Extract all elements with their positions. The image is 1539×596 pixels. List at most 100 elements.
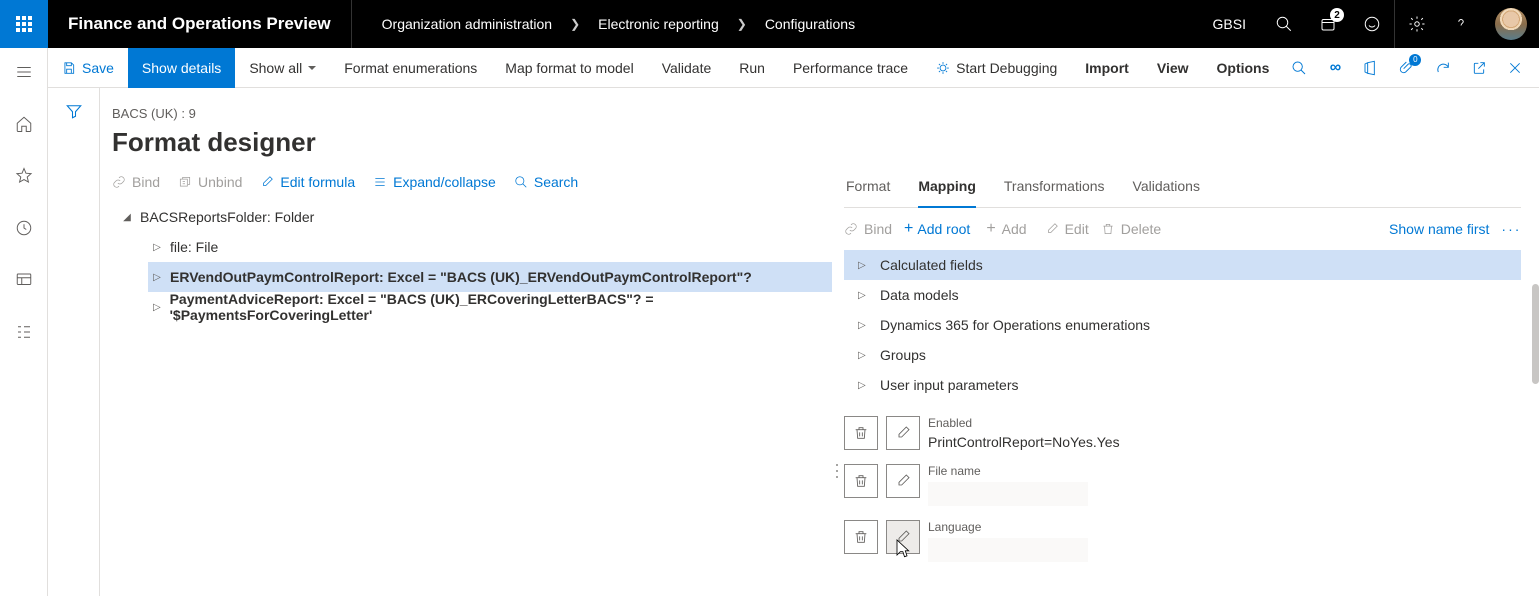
search-button[interactable]: Search bbox=[514, 174, 578, 190]
datasource-item[interactable]: ▷Dynamics 365 for Operations enumeration… bbox=[844, 310, 1521, 340]
bind-button[interactable]: Bind bbox=[112, 174, 160, 190]
options-button[interactable]: Options bbox=[1203, 48, 1284, 88]
breadcrumb-item[interactable]: Organization administration bbox=[382, 16, 552, 32]
notification-badge: 2 bbox=[1330, 8, 1344, 22]
tab-format[interactable]: Format bbox=[846, 168, 890, 207]
tree-node[interactable]: ▷ file: File bbox=[148, 232, 832, 262]
hamburger-icon[interactable] bbox=[0, 58, 48, 86]
edit-prop-button[interactable] bbox=[886, 416, 920, 450]
delete-prop-button[interactable] bbox=[844, 464, 878, 498]
show-details-button[interactable]: Show details bbox=[128, 48, 235, 88]
unbind-button[interactable]: Unbind bbox=[178, 174, 242, 190]
infinity-icon[interactable]: ∞ bbox=[1319, 52, 1351, 84]
help-icon[interactable] bbox=[1439, 0, 1483, 48]
app-title: Finance and Operations Preview bbox=[48, 14, 351, 34]
prop-label-enabled: Enabled bbox=[928, 416, 1521, 430]
tree-node[interactable]: ▷ ERVendOutPaymControlReport: Excel = "B… bbox=[148, 262, 832, 292]
edit-button[interactable]: Edit bbox=[1045, 221, 1089, 237]
format-enumerations-button[interactable]: Format enumerations bbox=[330, 48, 491, 88]
expand-icon[interactable]: ▷ bbox=[858, 290, 868, 301]
modules-icon[interactable] bbox=[0, 318, 48, 346]
feedback-icon[interactable] bbox=[1350, 0, 1394, 48]
expand-icon[interactable]: ▷ bbox=[152, 272, 162, 283]
bind-button[interactable]: Bind bbox=[844, 221, 892, 237]
expand-icon[interactable]: ▷ bbox=[152, 242, 162, 253]
prop-value-enabled: PrintControlReport=NoYes.Yes bbox=[928, 434, 1521, 450]
breadcrumb-item[interactable]: Electronic reporting bbox=[598, 16, 719, 32]
office-icon[interactable] bbox=[1355, 52, 1387, 84]
breadcrumb: Organization administration ❯ Electronic… bbox=[352, 16, 1197, 32]
splitter-handle[interactable] bbox=[832, 106, 844, 596]
close-icon[interactable] bbox=[1499, 52, 1531, 84]
map-format-button[interactable]: Map format to model bbox=[491, 48, 647, 88]
tree-node[interactable]: ▷ PaymentAdviceReport: Excel = "BACS (UK… bbox=[148, 292, 832, 322]
breadcrumb-item[interactable]: Configurations bbox=[765, 16, 855, 32]
popout-icon[interactable] bbox=[1463, 52, 1495, 84]
home-icon[interactable] bbox=[0, 110, 48, 138]
show-name-first-button[interactable]: Show name first bbox=[1389, 221, 1489, 237]
chevron-right-icon: ❯ bbox=[737, 17, 747, 31]
show-all-button[interactable]: Show all bbox=[235, 48, 330, 88]
refresh-icon[interactable] bbox=[1427, 52, 1459, 84]
expand-icon[interactable]: ▷ bbox=[152, 302, 162, 313]
delete-prop-button[interactable] bbox=[844, 520, 878, 554]
delete-prop-button[interactable] bbox=[844, 416, 878, 450]
left-toolbar: Bind Unbind Edit formula Expand/collapse… bbox=[112, 174, 832, 202]
search-icon[interactable] bbox=[1283, 52, 1315, 84]
recent-icon[interactable] bbox=[0, 214, 48, 242]
tab-mapping[interactable]: Mapping bbox=[918, 168, 976, 208]
validate-button[interactable]: Validate bbox=[648, 48, 726, 88]
properties-panel: Enabled PrintControlReport=NoYes.Yes Fil… bbox=[844, 416, 1521, 562]
datasource-item[interactable]: ▷Data models bbox=[844, 280, 1521, 310]
datasource-item[interactable]: ▷User input parameters bbox=[844, 370, 1521, 400]
collapse-icon[interactable]: ◢ bbox=[122, 212, 132, 223]
workspace-icon[interactable] bbox=[0, 266, 48, 294]
right-tabs: Format Mapping Transformations Validatio… bbox=[844, 168, 1521, 208]
company-code[interactable]: GBSI bbox=[1197, 16, 1262, 32]
tab-validations[interactable]: Validations bbox=[1133, 168, 1200, 207]
datasource-item[interactable]: ▷Groups bbox=[844, 340, 1521, 370]
scrollbar-thumb[interactable] bbox=[1532, 284, 1539, 384]
save-button[interactable]: Save bbox=[48, 48, 128, 88]
expand-collapse-button[interactable]: Expand/collapse bbox=[373, 174, 496, 190]
waffle-launcher[interactable] bbox=[0, 0, 48, 48]
add-root-button[interactable]: +Add root bbox=[904, 220, 974, 238]
top-bar: Finance and Operations Preview Organizat… bbox=[0, 0, 1539, 48]
notifications-icon[interactable]: 2 bbox=[1306, 0, 1350, 48]
prop-input-filename[interactable] bbox=[928, 482, 1088, 506]
chevron-down-icon bbox=[308, 66, 316, 74]
start-debugging-button[interactable]: Start Debugging bbox=[922, 48, 1071, 88]
filter-pane-toggle[interactable] bbox=[48, 88, 100, 596]
gear-icon[interactable] bbox=[1395, 0, 1439, 48]
edit-prop-button[interactable] bbox=[886, 520, 920, 554]
expand-icon[interactable]: ▷ bbox=[858, 260, 868, 271]
prop-input-language[interactable] bbox=[928, 538, 1088, 562]
datasource-item[interactable]: ▷Calculated fields bbox=[844, 250, 1521, 280]
attachments-icon[interactable]: 0 bbox=[1391, 52, 1423, 84]
run-button[interactable]: Run bbox=[725, 48, 779, 88]
command-bar: Save Show details Show all Format enumer… bbox=[48, 48, 1539, 88]
avatar[interactable] bbox=[1495, 8, 1527, 40]
more-icon[interactable]: ··· bbox=[1501, 221, 1521, 237]
add-button[interactable]: +Add bbox=[986, 220, 1032, 238]
chevron-right-icon: ❯ bbox=[570, 17, 580, 31]
expand-icon[interactable]: ▷ bbox=[858, 350, 868, 361]
edit-formula-button[interactable]: Edit formula bbox=[260, 174, 355, 190]
right-toolbar: Bind +Add root +Add Edit Delete Show nam… bbox=[844, 208, 1521, 250]
search-icon[interactable] bbox=[1262, 0, 1306, 48]
prop-label-language: Language bbox=[928, 520, 1521, 534]
delete-button[interactable]: Delete bbox=[1101, 221, 1161, 237]
left-nav-rail bbox=[0, 48, 48, 596]
import-button[interactable]: Import bbox=[1071, 48, 1143, 88]
page-title: Format designer bbox=[112, 127, 832, 158]
view-button[interactable]: View bbox=[1143, 48, 1203, 88]
config-crumb: BACS (UK) : 9 bbox=[112, 106, 832, 121]
prop-label-filename: File name bbox=[928, 464, 1521, 478]
expand-icon[interactable]: ▷ bbox=[858, 320, 868, 331]
tree-node-root[interactable]: ◢ BACSReportsFolder: Folder bbox=[118, 202, 832, 232]
edit-prop-button[interactable] bbox=[886, 464, 920, 498]
star-icon[interactable] bbox=[0, 162, 48, 190]
expand-icon[interactable]: ▷ bbox=[858, 380, 868, 391]
tab-transformations[interactable]: Transformations bbox=[1004, 168, 1105, 207]
performance-trace-button[interactable]: Performance trace bbox=[779, 48, 922, 88]
